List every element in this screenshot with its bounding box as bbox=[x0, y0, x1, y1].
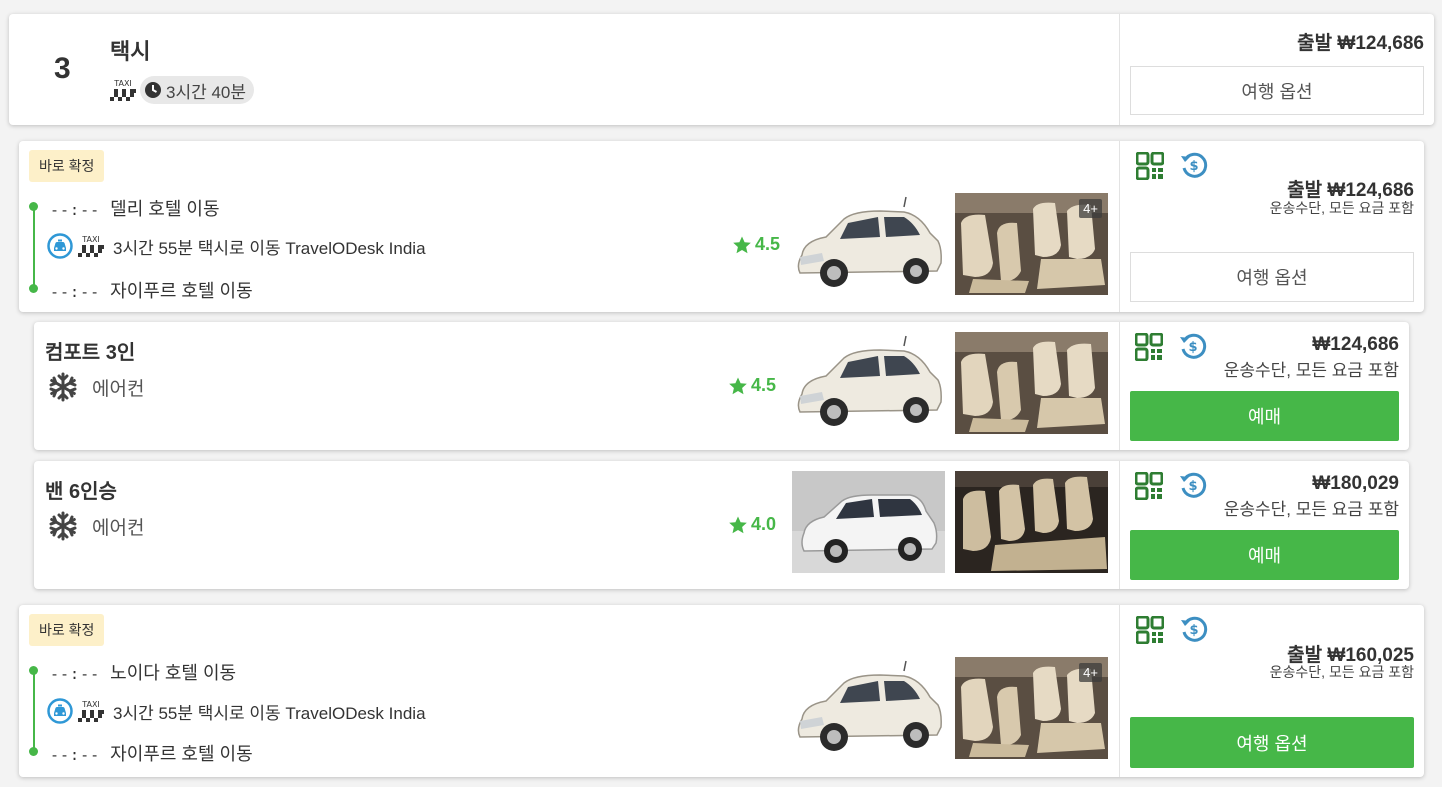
route-start-dot bbox=[29, 202, 38, 211]
price-divider bbox=[1119, 461, 1120, 589]
book-button[interactable]: 예매 bbox=[1130, 530, 1399, 580]
vehicle-rating: 4.0 bbox=[728, 514, 776, 535]
interior-photo[interactable]: 4+ bbox=[955, 193, 1108, 295]
price-note: 운송수단, 모든 요금 포함 bbox=[1269, 200, 1414, 216]
price-divider bbox=[1119, 322, 1120, 450]
star-icon bbox=[732, 235, 752, 255]
taxi-icon bbox=[109, 78, 137, 102]
instant-confirm-badge: 바로 확정 bbox=[29, 150, 105, 182]
duration-pill: 3시간 40분 bbox=[140, 76, 255, 104]
interior-photo[interactable] bbox=[955, 471, 1108, 573]
destination-time: --:-- bbox=[50, 283, 101, 301]
vehicle-option-comfort[interactable]: 컴포트 3인 에어컨 4.5 ₩124,686 운송수단, 모든 요금 포함 예… bbox=[34, 322, 1409, 450]
route-destination: --:-- 자이푸르 호텔 이동 bbox=[50, 277, 253, 303]
amenity-label: 에어컨 bbox=[92, 518, 145, 539]
vehicle-photo[interactable] bbox=[792, 193, 945, 295]
segment-label: 3시간 55분 택시로 이동 TravelODesk India bbox=[113, 238, 426, 258]
taxi-circle-icon bbox=[47, 233, 73, 259]
snowflake-icon bbox=[48, 511, 78, 541]
route-line bbox=[33, 671, 35, 753]
destination-label: 자이푸르 호텔 이동 bbox=[110, 744, 253, 764]
price-divider bbox=[1119, 14, 1120, 125]
summary-price: 출발 ₩124,686 bbox=[1297, 33, 1424, 54]
refund-icon bbox=[1179, 471, 1207, 499]
travel-options-button[interactable]: 여행 옵션 bbox=[1130, 66, 1424, 115]
vehicle-title: 컴포트 3인 bbox=[45, 342, 136, 364]
vehicle-photo[interactable] bbox=[792, 471, 945, 573]
vehicle-rating: 4.5 bbox=[728, 375, 776, 396]
rating-value: 4.5 bbox=[755, 234, 781, 254]
vehicle-rating: 4.5 bbox=[732, 234, 780, 255]
origin-time: --:-- bbox=[50, 201, 101, 219]
route-end-dot bbox=[29, 284, 38, 293]
origin-time: --:-- bbox=[50, 665, 101, 683]
taxi-icon bbox=[77, 234, 105, 258]
price-note: 운송수단, 모든 요금 포함 bbox=[1269, 664, 1414, 680]
qr-ticket-icon bbox=[1135, 333, 1163, 361]
vehicle-photo[interactable] bbox=[792, 332, 945, 434]
qr-ticket-icon bbox=[1136, 152, 1164, 180]
price-note: 운송수단, 모든 요금 포함 bbox=[1223, 361, 1399, 380]
rating-value: 4.5 bbox=[751, 375, 777, 395]
snowflake-icon bbox=[48, 372, 78, 402]
route-origin: --:-- 노이다 호텔 이동 bbox=[50, 659, 236, 685]
clock-icon bbox=[144, 81, 162, 99]
taxi-icon bbox=[77, 699, 105, 723]
vehicle-title: 밴 6인승 bbox=[45, 481, 117, 503]
qr-ticket-icon bbox=[1135, 472, 1163, 500]
refund-icon bbox=[1179, 332, 1207, 360]
amenity-label: 에어컨 bbox=[92, 379, 145, 400]
route-segment: 3시간 55분 택시로 이동 TravelODesk India bbox=[47, 698, 426, 724]
route-card-noida[interactable]: 바로 확정 --:-- 노이다 호텔 이동 3시간 55분 택시로 이동 Trav… bbox=[19, 605, 1424, 777]
route-segment: 3시간 55분 택시로 이동 TravelODesk India bbox=[47, 233, 426, 259]
route-origin: --:-- 델리 호텔 이동 bbox=[50, 195, 220, 221]
vehicle-option-van[interactable]: 밴 6인승 에어컨 4.0 ₩180,029 운송수단, 모든 요금 포함 예매 bbox=[34, 461, 1409, 589]
taxi-circle-icon bbox=[47, 698, 73, 724]
travel-options-button[interactable]: 여행 옵션 bbox=[1130, 252, 1414, 302]
photo-count-badge: 4+ bbox=[1079, 663, 1102, 682]
qr-ticket-icon bbox=[1136, 616, 1164, 644]
refund-icon bbox=[1180, 615, 1208, 643]
travel-options-button[interactable]: 여행 옵션 bbox=[1130, 717, 1414, 768]
refund-icon bbox=[1180, 151, 1208, 179]
interior-photo[interactable]: 4+ bbox=[955, 657, 1108, 759]
vehicle-price: ₩124,686 bbox=[1312, 334, 1399, 355]
route-number: 3 bbox=[54, 52, 71, 85]
origin-label: 델리 호텔 이동 bbox=[110, 199, 220, 219]
instant-confirm-badge: 바로 확정 bbox=[29, 614, 105, 646]
price-divider bbox=[1119, 605, 1120, 777]
interior-photo[interactable] bbox=[955, 332, 1108, 434]
destination-time: --:-- bbox=[50, 746, 101, 764]
origin-label: 노이다 호텔 이동 bbox=[110, 663, 237, 683]
price-divider bbox=[1119, 141, 1120, 312]
duration-text: 3시간 40분 bbox=[166, 82, 247, 102]
segment-label: 3시간 55분 택시로 이동 TravelODesk India bbox=[113, 703, 426, 723]
star-icon bbox=[728, 515, 748, 535]
price-note: 운송수단, 모든 요금 포함 bbox=[1223, 500, 1399, 519]
summary-card[interactable]: 3 택시 3시간 40분 출발 ₩124,686 여행 옵션 bbox=[9, 14, 1434, 125]
rating-value: 4.0 bbox=[751, 514, 777, 534]
route-end-dot bbox=[29, 747, 38, 756]
photo-count-badge: 4+ bbox=[1079, 199, 1102, 218]
route-card-delhi[interactable]: 바로 확정 --:-- 델리 호텔 이동 3시간 55분 택시로 이동 Trave… bbox=[19, 141, 1424, 312]
transport-mode-title: 택시 bbox=[110, 39, 151, 64]
star-icon bbox=[728, 376, 748, 396]
book-button[interactable]: 예매 bbox=[1130, 391, 1399, 441]
destination-label: 자이푸르 호텔 이동 bbox=[110, 281, 253, 301]
route-start-dot bbox=[29, 666, 38, 675]
vehicle-photo[interactable] bbox=[792, 657, 945, 759]
route-destination: --:-- 자이푸르 호텔 이동 bbox=[50, 740, 253, 766]
route-line bbox=[33, 207, 35, 290]
vehicle-price: ₩180,029 bbox=[1312, 473, 1399, 494]
